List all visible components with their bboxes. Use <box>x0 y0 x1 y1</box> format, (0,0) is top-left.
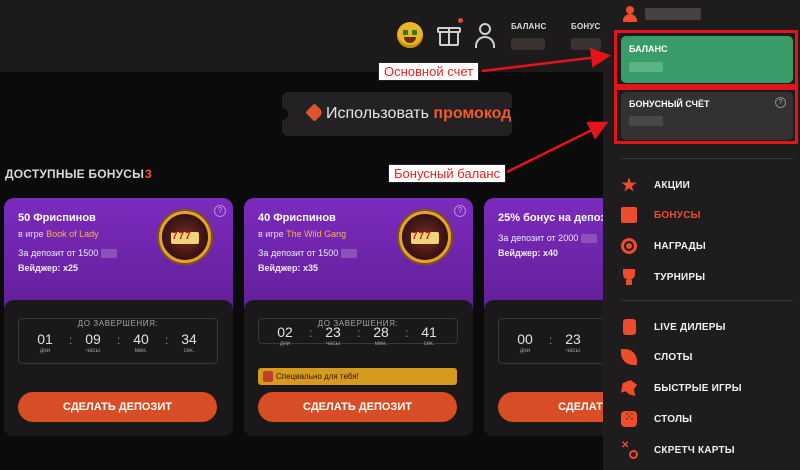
bonus-timer-panel: ДО ЗАВЕРШЕНИЯ: 02 дни : 23 часы : 28 мин. :… <box>244 300 473 436</box>
header-balance-value-blurred <box>511 38 545 50</box>
menu-item-promotions[interactable]: АКЦИИ <box>621 175 793 197</box>
bonus-deposit: За депозит от 2000 <box>498 233 598 244</box>
main-account-annotation: Основной счет <box>378 62 480 81</box>
menu-item-label: НАГРАДЫ <box>654 241 706 252</box>
star-icon <box>621 177 637 192</box>
menu-item-label: LIVE ДИЛЕРЫ <box>654 322 726 333</box>
timer-minutes: 28 <box>373 324 389 340</box>
bonus-wager: Вейджер: x40 <box>498 248 559 258</box>
timer-hours-unit: часы <box>86 348 100 354</box>
make-deposit-button[interactable]: СДЕЛАТЬ ДЕПОЗИТ <box>258 392 457 422</box>
timer-minutes: 40 <box>133 331 149 347</box>
menu-item-label: ТУРНИРЫ <box>654 272 706 283</box>
gift-icon <box>621 207 637 223</box>
timer-seconds: 34 <box>181 331 197 347</box>
bonus-title: 25% бонус на депози <box>498 212 613 224</box>
make-deposit-button[interactable]: СДЕЛАТЬ ДЕПОЗИТ <box>18 392 217 422</box>
slot-machine-icon <box>159 211 211 263</box>
user-icon <box>623 6 637 22</box>
bonus-balance-annotation: Бонусный баланс <box>388 164 507 183</box>
menu-item-quick-games[interactable]: БЫСТРЫЕ ИГРЫ <box>621 378 793 400</box>
menu-item-label: СКРЕТЧ КАРТЫ <box>654 445 735 456</box>
horse-icon <box>621 380 637 396</box>
special-offer-badge: Специально для тебя! <box>258 368 457 385</box>
timer-days: 01 <box>37 331 53 347</box>
timer-days-unit: дни <box>39 348 51 354</box>
bonus-title: 50 Фриспинов <box>18 212 96 224</box>
bonus-card: ? 50 Фриспинов в игре Book of Lady За де… <box>4 198 233 436</box>
medal-icon <box>621 238 637 254</box>
bonus-timer-panel: ДО ЗАВЕРШЕНИЯ: 01 дни : 09 часы : 40 мин. :… <box>4 300 233 436</box>
bonus-balance-highlight <box>614 87 798 144</box>
menu-item-rewards[interactable]: НАГРАДЫ <box>621 236 793 258</box>
available-bonuses-count: 3 <box>145 167 152 181</box>
bonus-deposit: За депозит от 1500 <box>258 248 358 259</box>
menu-item-label: СТОЛЫ <box>654 414 693 425</box>
slot-machine-icon <box>399 211 451 263</box>
timer-hours-unit: часы <box>326 341 340 347</box>
timer-hours: 09 <box>85 331 101 347</box>
header-bonus-label: БОНУС <box>571 22 601 31</box>
use-promocode-button[interactable]: Использовать промокод <box>276 92 518 136</box>
menu-item-bonuses[interactable]: БОНУСЫ <box>621 205 793 227</box>
gift-icon[interactable] <box>436 18 463 48</box>
main-balance-highlight <box>614 30 798 87</box>
divider <box>621 158 793 159</box>
menu-item-label: СЛОТЫ <box>654 352 693 363</box>
bonus-balance-arrow <box>506 121 609 174</box>
header-balance-label: БАЛАНС <box>511 22 547 31</box>
timer-days-unit: дни <box>519 348 531 354</box>
playing-card-icon <box>623 319 636 335</box>
username-blurred <box>645 8 701 20</box>
menu-item-slots[interactable]: СЛОТЫ <box>621 347 793 369</box>
timer-hours-unit: часы <box>566 348 580 354</box>
timer-label: ДО ЗАВЕРШЕНИЯ: <box>72 319 164 328</box>
bonus-card: ? 40 Фриспинов в игре The Wild Gang За д… <box>244 198 473 436</box>
timer-seconds-unit: сек. <box>423 341 435 347</box>
bonus-game: в игре The Wild Gang <box>258 229 347 239</box>
menu-item-tables[interactable]: СТОЛЫ <box>621 409 793 431</box>
divider <box>621 300 793 301</box>
timer-days-unit: дни <box>279 341 291 347</box>
menu-item-scratch-cards[interactable]: СКРЕТЧ КАРТЫ <box>621 440 793 462</box>
timer-hours: 23 <box>565 331 581 347</box>
casino-bonuses-page: БАЛАНС БОНУС Использовать промокод ДОСТУ… <box>0 0 800 470</box>
help-icon[interactable]: ? <box>454 205 466 217</box>
notification-dot <box>458 18 463 23</box>
bonus-title: 40 Фриспинов <box>258 212 336 224</box>
timer-days: 00 <box>517 331 533 347</box>
top-header: БАЛАНС БОНУС <box>0 0 610 72</box>
money-face-icon[interactable] <box>397 22 423 48</box>
timer-days: 02 <box>277 324 293 340</box>
menu-item-live-dealers[interactable]: LIVE ДИЛЕРЫ <box>621 317 793 339</box>
leaf-icon <box>621 349 637 365</box>
bonus-wager: Вейджер: x35 <box>258 263 319 273</box>
bonus-wager: Вейджер: x25 <box>18 263 79 273</box>
timer-seconds-unit: сек. <box>183 348 195 354</box>
user-icon[interactable] <box>472 22 498 48</box>
tic-tac-toe-icon <box>621 440 638 459</box>
dice-icon <box>621 409 637 427</box>
menu-item-label: АКЦИИ <box>654 180 691 191</box>
help-icon[interactable]: ? <box>214 205 226 217</box>
timer-hours: 23 <box>325 324 341 340</box>
promocode-label: Использовать промокод <box>326 105 512 122</box>
bonus-deposit: За депозит от 1500 <box>18 248 118 259</box>
bonus-game: в игре Book of Lady <box>18 229 99 239</box>
trophy-icon <box>623 269 635 285</box>
countdown-timer: ДО ЗАВЕРШЕНИЯ: 01 дни : 09 часы : 40 мин. :… <box>18 318 218 364</box>
available-bonuses-title: ДОСТУПНЫЕ БОНУСЫ <box>5 167 145 181</box>
timer-minutes-unit: мин. <box>134 348 148 354</box>
menu-item-tournaments[interactable]: ТУРНИРЫ <box>621 267 793 289</box>
timer-seconds: 41 <box>421 324 437 340</box>
tag-icon <box>305 103 324 122</box>
menu-item-label: БОНУСЫ <box>654 210 701 221</box>
header-bonus-value-blurred <box>571 38 601 50</box>
menu-item-label: БЫСТРЫЕ ИГРЫ <box>654 383 742 394</box>
timer-minutes-unit: мин. <box>374 341 388 347</box>
countdown-timer: ДО ЗАВЕРШЕНИЯ: 02 дни : 23 часы : 28 мин. :… <box>258 318 458 347</box>
